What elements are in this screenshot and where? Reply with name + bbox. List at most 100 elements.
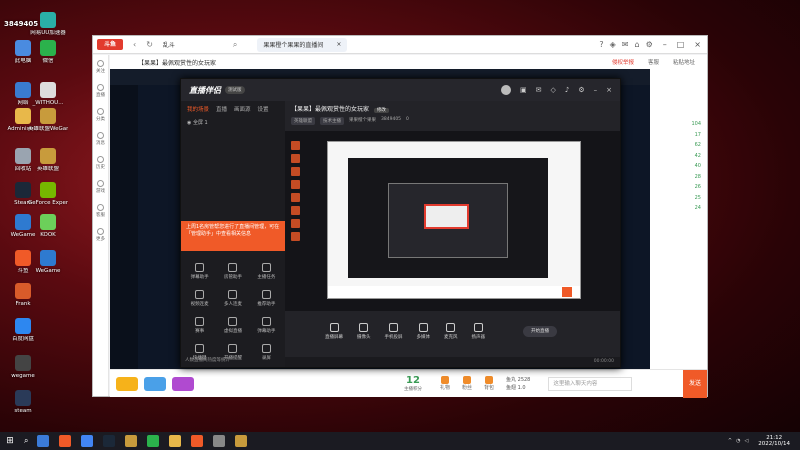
close-window-icon[interactable]: ×: [694, 40, 701, 49]
left-nav-item[interactable]: 关注: [93, 55, 108, 79]
taskbar-app-icon[interactable]: [169, 435, 182, 447]
taskbar-app-icon[interactable]: [191, 435, 204, 447]
taskbar-app-icon[interactable]: [81, 435, 94, 447]
source-icon[interactable]: [290, 193, 300, 202]
desktop-icon[interactable]: 网易UU加速器: [28, 12, 68, 37]
tab-sources[interactable]: 画面源: [234, 105, 251, 113]
desktop-icon[interactable]: KOOK: [28, 214, 68, 239]
tab-settings[interactable]: 设置: [258, 105, 269, 113]
eye-icon[interactable]: ◉: [187, 120, 191, 126]
minimize-icon[interactable]: –: [663, 40, 667, 49]
category-tag[interactable]: 英雄联盟: [291, 117, 315, 125]
taskbar-app-icon[interactable]: [125, 435, 138, 447]
close-icon[interactable]: ×: [336, 41, 341, 48]
tool-item[interactable]: 房管助手: [218, 263, 247, 280]
search-icon[interactable]: ⌕: [24, 436, 28, 446]
browser-tab[interactable]: 果果橙个果果的直播间 ×: [257, 37, 348, 52]
refresh-icon[interactable]: ↻: [146, 40, 153, 49]
capture-control[interactable]: 扬声器: [472, 322, 485, 340]
source-icon[interactable]: [290, 154, 300, 163]
network-icon[interactable]: ◔: [736, 438, 740, 444]
minimize-icon[interactable]: –: [594, 86, 598, 94]
shield-icon[interactable]: ◈: [610, 40, 616, 49]
tool-item[interactable]: 主播任务: [252, 263, 281, 280]
help-icon[interactable]: ?: [599, 40, 603, 49]
volume-icon[interactable]: ◁: [744, 438, 748, 444]
taskbar-app-icon[interactable]: [235, 435, 248, 447]
desktop-icon[interactable]: 微信: [28, 40, 68, 65]
scene-item[interactable]: ◉ 全屏 1: [181, 117, 285, 128]
left-nav-item[interactable]: 游戏: [93, 175, 108, 199]
capture-control[interactable]: 麦克风: [444, 322, 458, 340]
capture-control[interactable]: 摄像头: [357, 322, 371, 340]
taskbar-app-icon[interactable]: [103, 435, 116, 447]
chevron-up-icon[interactable]: ^: [728, 438, 732, 444]
badge-icon[interactable]: [144, 376, 166, 391]
capture-control[interactable]: 直播屏幕: [325, 322, 343, 340]
desktop-icon[interactable]: _WITHOU...: [28, 82, 68, 107]
source-icon[interactable]: [290, 206, 300, 215]
header-button-service[interactable]: 客服: [648, 58, 659, 66]
gift-icon[interactable]: ▣: [520, 86, 527, 94]
source-icon[interactable]: [290, 180, 300, 189]
shirt-icon[interactable]: ◇: [550, 86, 555, 94]
tab-scenes[interactable]: 我的场景: [187, 105, 209, 113]
left-nav-item[interactable]: 消息: [93, 127, 108, 151]
gift-item[interactable]: 粉丝: [462, 376, 472, 391]
avatar[interactable]: [500, 85, 511, 95]
preview-canvas[interactable]: [285, 131, 620, 311]
badge-icon[interactable]: [172, 376, 194, 391]
tool-item[interactable]: 多人连麦: [218, 290, 247, 307]
taskbar-app-icon[interactable]: [59, 435, 72, 447]
search-input[interactable]: 乱斗: [163, 40, 233, 49]
mail-icon[interactable]: ✉: [622, 40, 629, 49]
tool-item[interactable]: 推荐助手: [252, 290, 281, 307]
app-footer-note[interactable]: 人数直播间热度等统计: [185, 357, 230, 363]
back-icon[interactable]: ‹: [133, 40, 136, 49]
source-icon[interactable]: [290, 141, 300, 150]
desktop-icon[interactable]: WeGame: [28, 250, 68, 275]
windows-start-icon[interactable]: ⊞: [0, 436, 20, 446]
chat-input[interactable]: 这里输入聊天内容: [548, 376, 633, 391]
gift-item[interactable]: 背包: [484, 376, 494, 391]
tab-live[interactable]: 直播: [216, 105, 227, 113]
capture-control[interactable]: 多媒体: [417, 322, 430, 340]
desktop-icon[interactable]: steam: [3, 390, 43, 415]
tool-item[interactable]: 视频连麦: [185, 290, 214, 307]
settings-icon[interactable]: ⚙: [646, 40, 653, 49]
tool-item[interactable]: 录屏: [252, 344, 281, 361]
bell-icon[interactable]: ♪: [565, 86, 569, 94]
send-button[interactable]: 发送: [683, 369, 707, 398]
badge-icon[interactable]: [116, 376, 138, 391]
source-icon[interactable]: [290, 232, 300, 241]
shirt-icon[interactable]: ⌂: [634, 40, 639, 49]
taskbar-app-icon[interactable]: [37, 435, 50, 447]
header-button-copy[interactable]: 粘贴地址: [673, 58, 695, 66]
tool-item[interactable]: 虚拟直播: [218, 317, 247, 334]
left-nav-item[interactable]: 直播: [93, 79, 108, 103]
tool-item[interactable]: 弹幕助手: [252, 317, 281, 334]
search-icon[interactable]: ⌕: [233, 40, 237, 50]
capture-control[interactable]: 手机投屏: [385, 322, 403, 340]
settings-icon[interactable]: ⚙: [578, 86, 584, 94]
desktop-icon[interactable]: GeForce Experience: [28, 182, 68, 207]
desktop-icon[interactable]: wegame: [3, 355, 43, 380]
start-live-button[interactable]: 开始直播: [523, 325, 557, 337]
source-icon[interactable]: [290, 167, 300, 176]
left-nav-item[interactable]: 分类: [93, 103, 108, 127]
left-nav-item[interactable]: 历史: [93, 151, 108, 175]
taskbar-app-icon[interactable]: [147, 435, 160, 447]
taskbar-app-icon[interactable]: [213, 435, 226, 447]
source-icon[interactable]: [290, 219, 300, 228]
left-nav-item[interactable]: 客服: [93, 199, 108, 223]
left-nav-item[interactable]: 更多: [93, 223, 108, 247]
desktop-icon[interactable]: 英雄联盟: [28, 148, 68, 173]
gift-item[interactable]: 礼物: [440, 376, 450, 391]
header-button-report[interactable]: 侵权举报: [612, 58, 634, 66]
anchor-tag[interactable]: 技术主播: [320, 117, 344, 125]
tool-item[interactable]: 弹幕助手: [185, 263, 214, 280]
maximize-icon[interactable]: □: [677, 40, 685, 49]
mail-icon[interactable]: ✉: [536, 86, 542, 94]
edit-button[interactable]: 修改: [373, 108, 389, 113]
douyu-logo[interactable]: 斗鱼: [97, 39, 123, 50]
